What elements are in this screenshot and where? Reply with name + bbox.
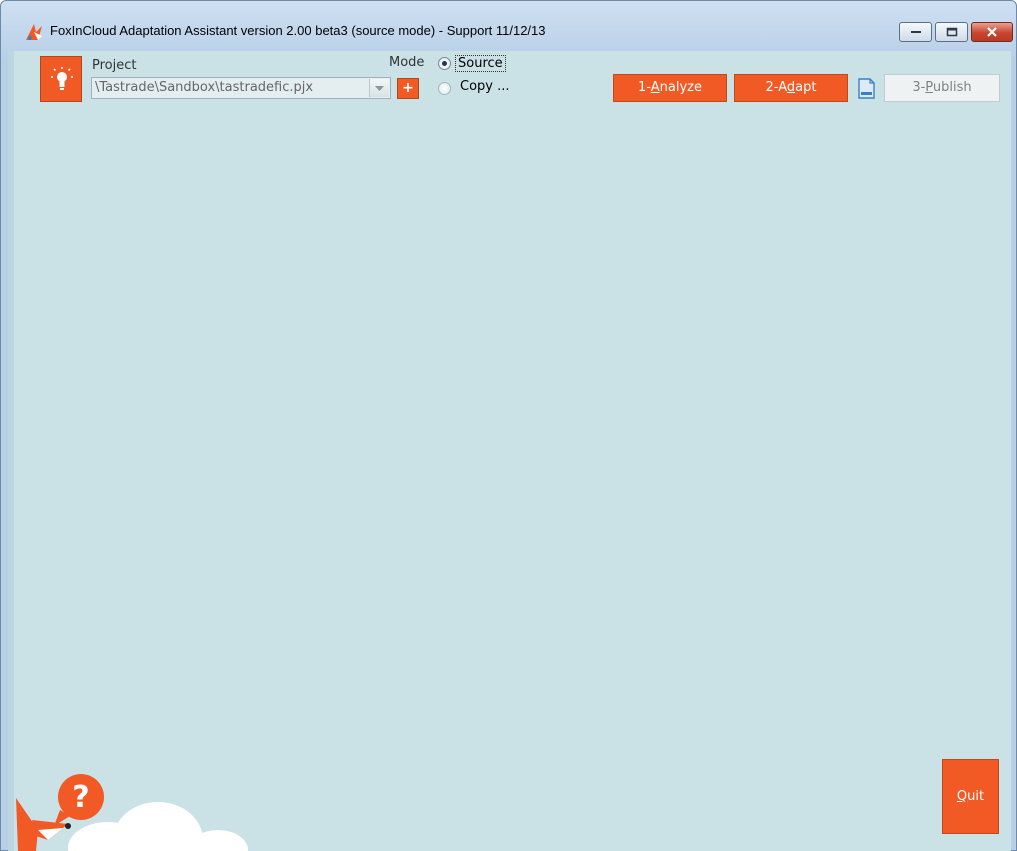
copy-option-label[interactable]: Copy ...: [460, 79, 510, 94]
client-area: [8, 51, 1011, 851]
project-label: Project: [92, 58, 137, 73]
left-edge: [8, 51, 14, 851]
window-title: FoxInCloud Adaptation Assistant version …: [50, 23, 546, 38]
publish-button[interactable]: 3-Publish: [884, 74, 1000, 102]
project-combo[interactable]: \Tastrade\Sandbox\tastradefic.pjx: [91, 77, 391, 99]
close-icon: [987, 27, 997, 37]
quit-accel: Q: [956, 789, 968, 804]
fox-logo-icon: [24, 22, 44, 42]
dropdown-arrow[interactable]: [369, 79, 389, 97]
quit-rest: uit: [967, 789, 985, 804]
analyze-button[interactable]: 1-Analyze: [613, 74, 727, 102]
publish-rest: ublish: [932, 80, 972, 95]
mode-label: Mode: [389, 55, 425, 70]
analyze-rest: nalyze: [659, 80, 702, 95]
minimize-icon: [910, 31, 921, 33]
lightbulb-button[interactable]: [40, 56, 82, 102]
quit-button[interactable]: Quit: [942, 759, 999, 834]
minimize-button[interactable]: [899, 22, 932, 42]
source-option-label[interactable]: Source: [455, 55, 506, 72]
lightbulb-icon: [51, 67, 73, 90]
copy-radio[interactable]: [438, 82, 451, 95]
publish-prefix: 3-: [912, 80, 926, 95]
project-path: \Tastrade\Sandbox\tastradefic.pjx: [95, 80, 314, 95]
maximize-icon: [946, 27, 957, 37]
analyze-prefix: 1-: [638, 80, 651, 95]
title-bar[interactable]: FoxInCloud Adaptation Assistant version …: [0, 0, 1017, 42]
adapt-rest: apt: [795, 80, 817, 95]
adapt-prefix: 2-A: [765, 80, 787, 95]
svg-text:?: ?: [72, 780, 89, 815]
window-controls: [899, 22, 1013, 43]
close-button[interactable]: [971, 22, 1013, 42]
document-icon[interactable]: [857, 78, 876, 99]
chevron-down-icon: [375, 86, 384, 91]
maximize-button[interactable]: [935, 22, 968, 42]
adapt-accel: d: [786, 80, 796, 95]
adapt-button[interactable]: 2-Adapt: [734, 74, 848, 102]
publish-accel: P: [925, 80, 933, 95]
add-project-button[interactable]: +: [397, 78, 419, 99]
source-radio[interactable]: [438, 57, 451, 70]
question-mark-icon: ?: [54, 774, 104, 826]
help-mascot[interactable]: ?: [8, 770, 248, 851]
analyze-accel: A: [650, 80, 660, 95]
